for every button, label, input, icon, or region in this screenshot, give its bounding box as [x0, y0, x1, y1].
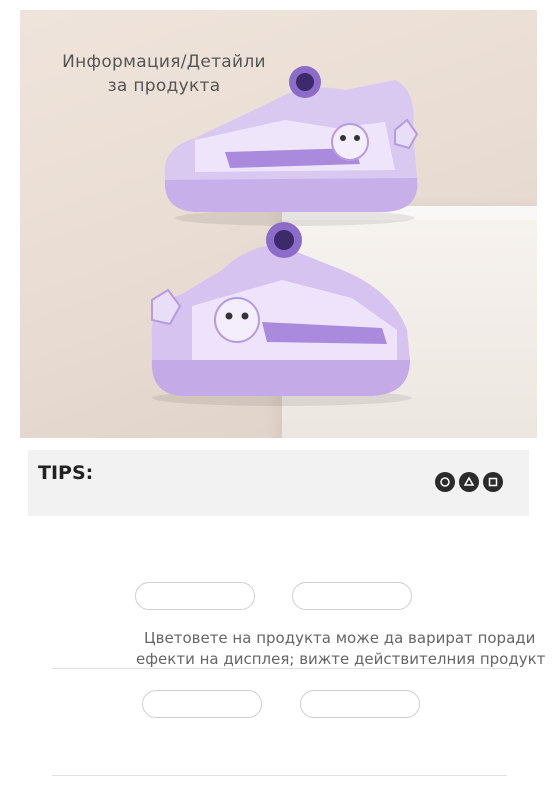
- divider: [52, 668, 512, 669]
- badge-icon: [435, 472, 455, 492]
- notice-line2: ефекти на дисплея; вижте действителния п…: [136, 650, 546, 668]
- option-pill-3[interactable]: [142, 690, 262, 718]
- hero-title-line2: за продукта: [107, 76, 221, 96]
- hero-title-line1: Информация/Детайли: [62, 52, 266, 72]
- tips-icons: [435, 472, 503, 492]
- notice-line1: Цветовете на продукта може да варират по…: [144, 629, 536, 647]
- tips-label: TIPS:: [38, 462, 94, 484]
- divider: [52, 775, 507, 776]
- tips-bar: TIPS:: [28, 450, 529, 516]
- option-pill-4[interactable]: [300, 690, 420, 718]
- shoe-front-image: [151, 222, 412, 406]
- product-hero-image: Информация/Детайли за продукта: [20, 10, 537, 438]
- option-pill-2[interactable]: [292, 582, 412, 610]
- option-pill-1[interactable]: [135, 582, 255, 610]
- badge-icon: [483, 472, 503, 492]
- color-variance-notice: Цветовете на продукта може да варират по…: [136, 628, 557, 670]
- badge-icon: [459, 472, 479, 492]
- hero-title: Информация/Детайли за продукта: [44, 50, 284, 98]
